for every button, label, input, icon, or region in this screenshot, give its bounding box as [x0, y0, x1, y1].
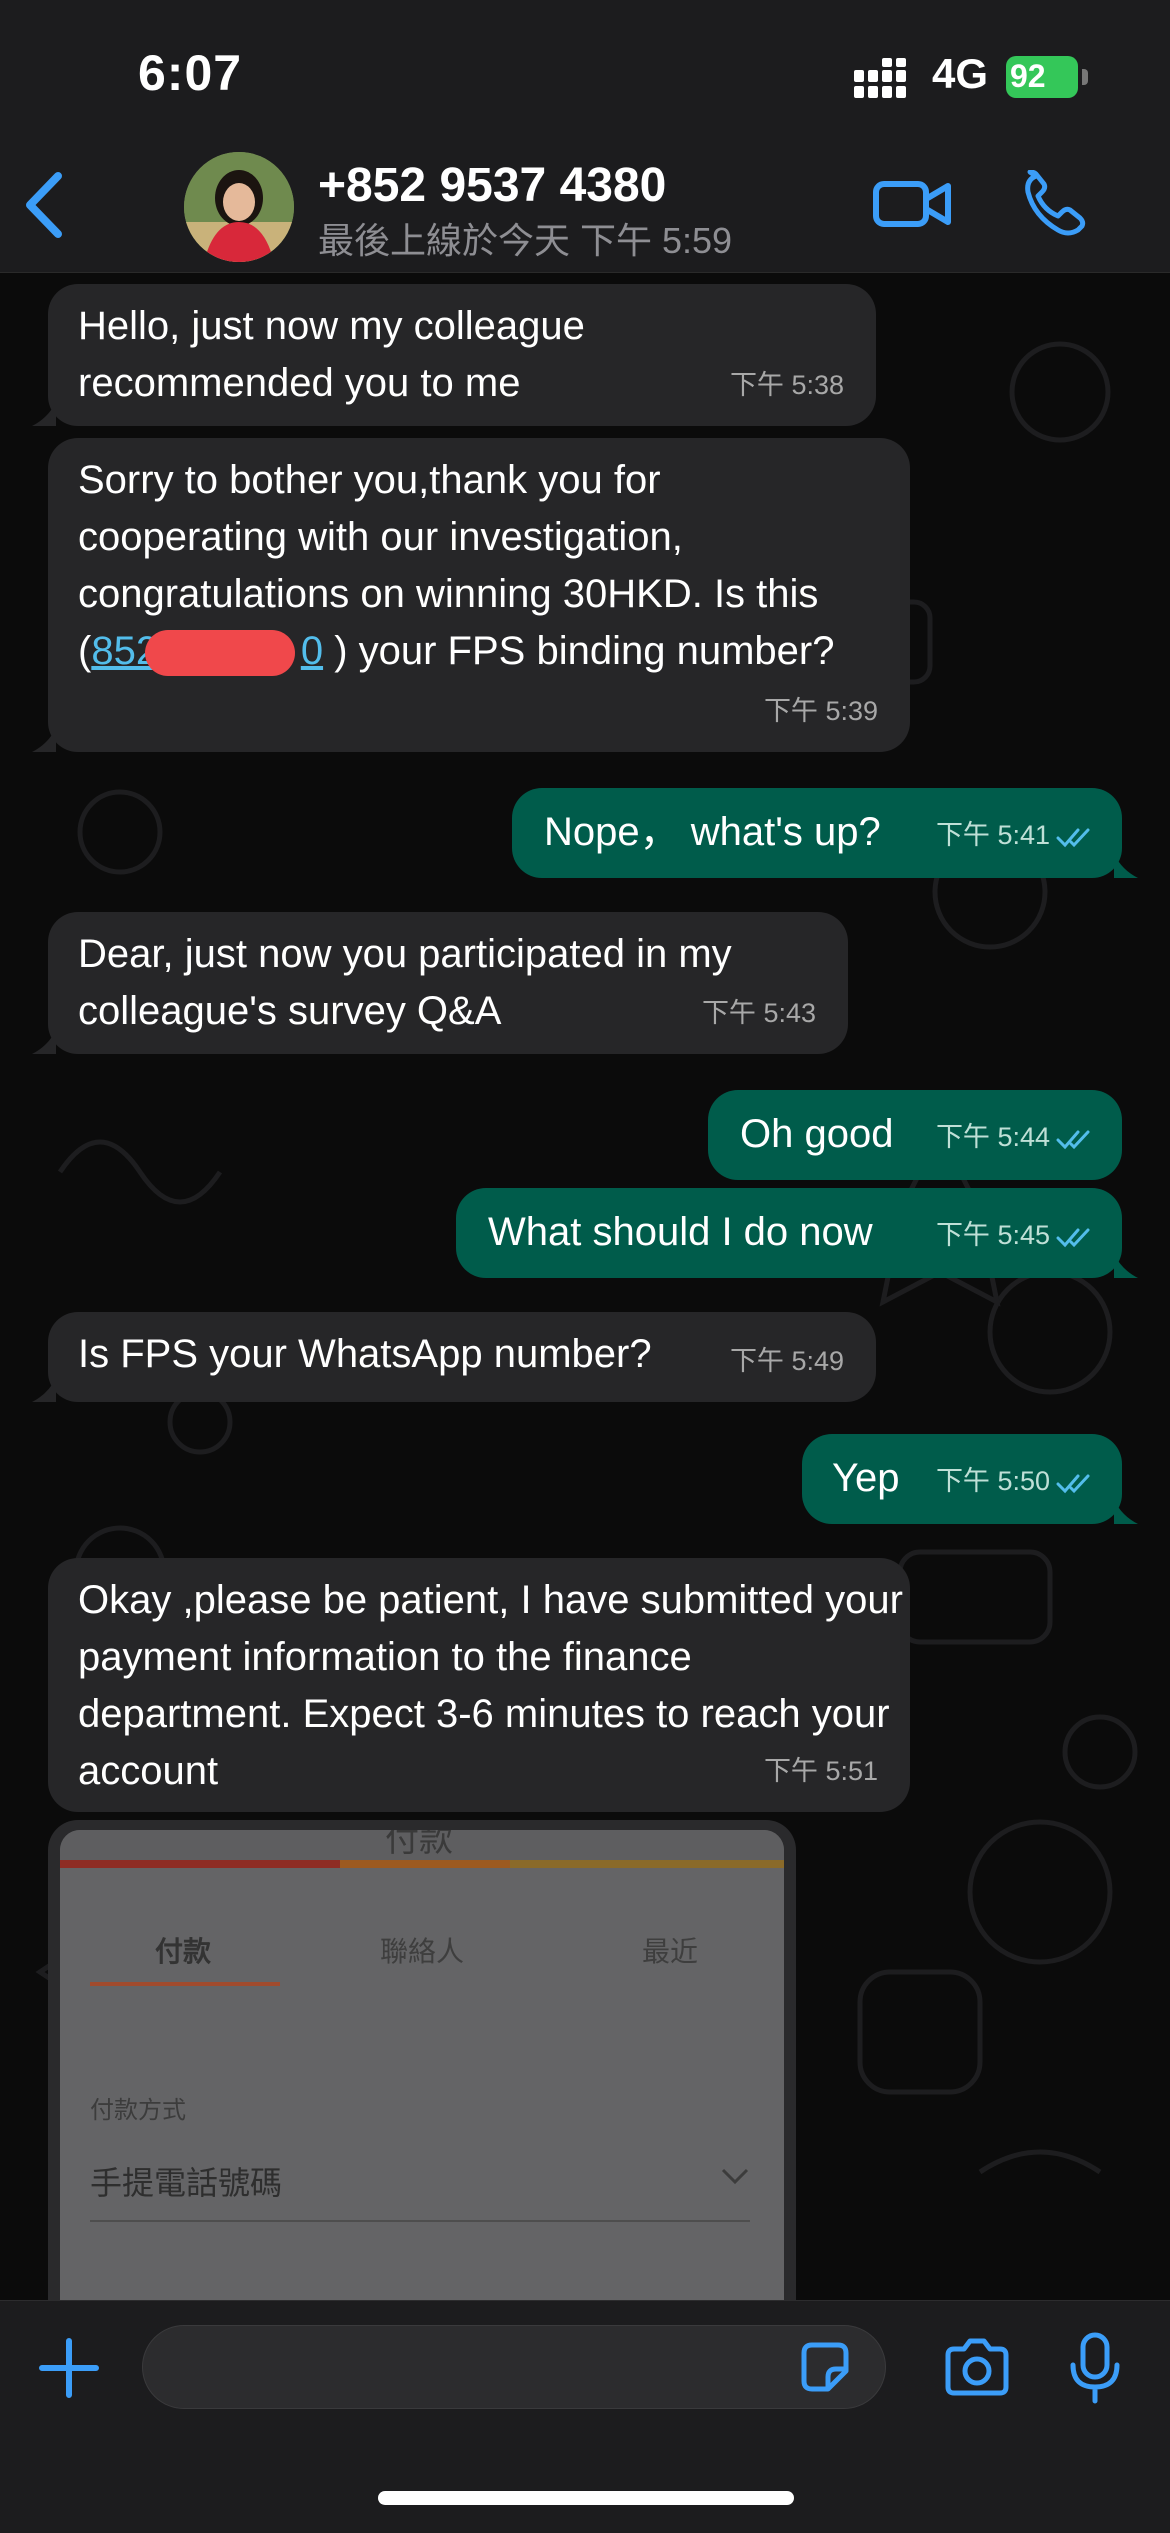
embedded-field-value: 手提電話號碼: [90, 2165, 283, 2201]
embedded-tab-contacts: 聯絡人: [380, 1936, 465, 1967]
message-time: 下午 5:45: [936, 1207, 1096, 1264]
microphone-icon[interactable]: [1068, 2331, 1122, 2407]
link-text-tail: 0: [300, 629, 324, 673]
time-text: 下午 5:45: [935, 1220, 1050, 1250]
redaction-mark: [144, 630, 295, 677]
status-time: 6:07: [138, 45, 243, 101]
message-bubble-incoming[interactable]: Hello, just now my colleague recommended…: [48, 284, 876, 426]
message-text: What should I do now: [488, 1210, 873, 1254]
status-bar: 6:07 4G 92: [0, 0, 1170, 150]
embedded-topbar: 付款: [60, 1830, 784, 1860]
camera-icon[interactable]: [942, 2337, 1012, 2399]
message-time: 下午 5:51: [763, 1756, 878, 1786]
double-check-icon: [1056, 1228, 1090, 1248]
battery-level: 92: [1010, 58, 1046, 94]
message-input[interactable]: [142, 2325, 886, 2409]
avatar[interactable]: [184, 152, 294, 262]
image-message[interactable]: 付款 付款 聯絡人 最近 付款方式 手提電話號碼: [48, 1820, 796, 2340]
chevron-left-icon[interactable]: [20, 170, 70, 240]
embedded-stripe-amber: [510, 1860, 784, 1868]
double-check-icon: [1056, 828, 1090, 848]
network-type: 4G: [932, 50, 989, 97]
message-time: 下午 5:50: [936, 1453, 1096, 1510]
plus-icon[interactable]: [38, 2337, 100, 2399]
message-text: Nope， what's up?: [544, 810, 881, 854]
message-time: 下午 5:39: [763, 696, 878, 726]
time-text: 下午 5:50: [935, 1466, 1050, 1496]
message-bubble-outgoing[interactable]: What should I do now 下午 5:45: [456, 1188, 1122, 1278]
time-text: 下午 5:44: [935, 1122, 1050, 1152]
message-bubble-incoming[interactable]: Sorry to bother you,thank you for cooper…: [48, 438, 910, 752]
contact-name[interactable]: +852 9537 4380: [318, 158, 666, 213]
embedded-tab-underline: [90, 1982, 280, 1986]
phone-number-link[interactable]: 8525300: [91, 629, 324, 677]
message-bubble-incoming[interactable]: Dear, just now you participated in my co…: [48, 912, 848, 1054]
message-text: Hello, just now my colleague recommended…: [78, 304, 585, 405]
embedded-stripe-orange: [340, 1860, 510, 1868]
embedded-tab-payment: 付款: [155, 1936, 212, 1967]
message-text: Sorry to bother you,thank you for cooper…: [78, 452, 878, 680]
message-bubble-incoming[interactable]: Okay ,please be patient, I have submitte…: [48, 1558, 910, 1812]
bubble-tail: [1114, 1254, 1138, 1278]
message-text: Is FPS your WhatsApp number?: [78, 1332, 652, 1376]
bubble-tail: [32, 1378, 56, 1402]
message-bubble-outgoing[interactable]: Yep 下午 5:50: [802, 1434, 1122, 1524]
bubble-tail: [1114, 1500, 1138, 1524]
message-time: 下午 5:43: [701, 998, 816, 1028]
message-time: 下午 5:44: [936, 1109, 1096, 1166]
payment-screenshot: 付款 付款 聯絡人 最近 付款方式 手提電話號碼: [60, 1830, 784, 2340]
bubble-tail: [1114, 854, 1138, 878]
bubble-tail: [32, 1030, 56, 1054]
bubble-tail: [32, 728, 56, 752]
home-indicator[interactable]: [378, 2491, 794, 2505]
signal-icon: [854, 58, 906, 98]
last-seen-status: 最後上線於今天 下午 5:59: [318, 220, 733, 261]
chat-header: +852 9537 4380 最後上線於今天 下午 5:59: [0, 150, 1170, 273]
embedded-title: 付款: [385, 1830, 453, 1859]
message-time: 下午 5:38: [729, 370, 844, 400]
message-bubble-outgoing[interactable]: Oh good 下午 5:44: [708, 1090, 1122, 1180]
bubble-tail: [32, 402, 56, 426]
message-time: 下午 5:49: [729, 1346, 844, 1376]
message-text: Oh good: [740, 1112, 894, 1156]
embedded-stripe-red: [60, 1860, 340, 1868]
sticker-icon[interactable]: [796, 2339, 854, 2397]
phone-icon[interactable]: [1022, 170, 1090, 238]
battery-icon: 92: [1006, 56, 1088, 98]
double-check-icon: [1056, 1474, 1090, 1494]
video-camera-icon[interactable]: [872, 174, 952, 234]
time-text: 下午 5:41: [935, 820, 1050, 850]
message-text: Yep: [832, 1456, 900, 1500]
message-text-part: ) your FPS binding number?: [334, 629, 835, 673]
message-bubble-incoming[interactable]: Is FPS your WhatsApp number? 下午 5:49: [48, 1312, 876, 1402]
chevron-down-icon: [721, 2168, 749, 2185]
embedded-field-label: 付款方式: [90, 2097, 186, 2124]
embedded-tab-recent: 最近: [642, 1936, 699, 1967]
double-check-icon: [1056, 1130, 1090, 1150]
message-bubble-outgoing[interactable]: Nope， what's up? 下午 5:41: [512, 788, 1122, 878]
message-time: 下午 5:41: [936, 807, 1096, 864]
message-composer: [0, 2300, 1170, 2533]
embedded-field-underline: [90, 2220, 750, 2222]
